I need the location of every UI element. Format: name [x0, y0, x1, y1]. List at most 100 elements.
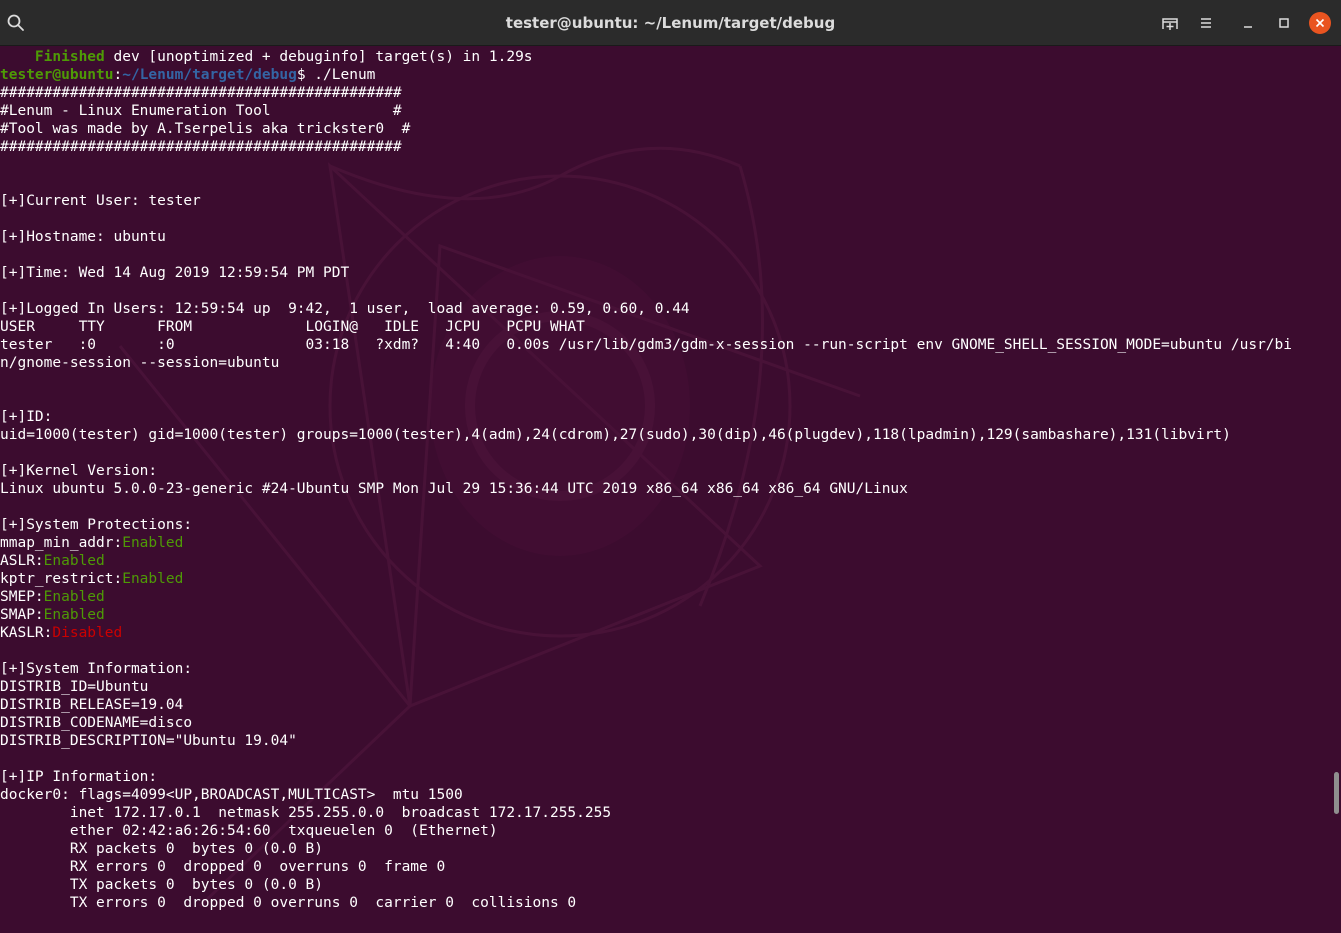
terminal-text: ~/Lenum/target/debug: [122, 67, 297, 83]
terminal-text: [+]Current User: tester: [0, 193, 201, 209]
terminal-text: Enabled: [43, 607, 105, 623]
terminal-text: tester :0 :0 03:18 ?xdm? 4:40 0.00s /usr…: [0, 337, 1293, 353]
terminal-text: RX errors 0 dropped 0 overruns 0 frame 0: [0, 859, 446, 875]
terminal-text: [+]Logged In Users: 12:59:54 up 9:42, 1 …: [0, 301, 690, 317]
terminal-text: DISTRIB_DESCRIPTION="Ubuntu 19.04": [0, 733, 297, 749]
terminal-text: ASLR:: [0, 553, 44, 569]
terminal-line: SMEP:Enabled: [0, 588, 1327, 606]
terminal-text: DISTRIB_CODENAME=disco: [0, 715, 193, 731]
menu-button[interactable]: [1194, 11, 1218, 35]
terminal-line: TX packets 0 bytes 0 (0.0 B): [0, 876, 1327, 894]
scrollbar-thumb[interactable]: [1334, 772, 1339, 814]
close-icon: [1315, 18, 1325, 28]
terminal-line: [+]Logged In Users: 12:59:54 up 9:42, 1 …: [0, 300, 1327, 318]
terminal-text: TX errors 0 dropped 0 overruns 0 carrier…: [0, 895, 577, 911]
terminal-line: TX errors 0 dropped 0 overruns 0 carrier…: [0, 894, 1327, 912]
terminal-line: [+]Kernel Version:: [0, 462, 1327, 480]
terminal-line: DISTRIB_DESCRIPTION="Ubuntu 19.04": [0, 732, 1327, 750]
terminal-line: #Tool was made by A.Tserpelis aka tricks…: [0, 120, 1327, 138]
terminal-line: Finished dev [unoptimized + debuginfo] t…: [0, 48, 1327, 66]
terminal-text: [+]System Protections:: [0, 517, 193, 533]
terminal-text: Enabled: [43, 589, 105, 605]
terminal-line: ########################################…: [0, 138, 1327, 156]
terminal-text: Enabled: [122, 571, 184, 587]
close-button[interactable]: [1308, 11, 1332, 35]
terminal-line: [+]Current User: tester: [0, 192, 1327, 210]
terminal-text: ether 02:42:a6:26:54:60 txqueuelen 0 (Et…: [0, 823, 498, 839]
terminal-line: inet 172.17.0.1 netmask 255.255.0.0 broa…: [0, 804, 1327, 822]
terminal-text: docker0: flags=4099<UP,BROADCAST,MULTICA…: [0, 787, 463, 803]
terminal-text: Disabled: [52, 625, 123, 641]
terminal-line: mmap_min_addr:Enabled: [0, 534, 1327, 552]
terminal-line: Linux ubuntu 5.0.0-23-generic #24-Ubuntu…: [0, 480, 1327, 498]
terminal-text: SMEP:: [0, 589, 44, 605]
terminal-line: kptr_restrict:Enabled: [0, 570, 1327, 588]
terminal-text: ########################################…: [0, 85, 402, 101]
terminal-line: DISTRIB_CODENAME=disco: [0, 714, 1327, 732]
terminal-text: $ ./Lenum: [296, 67, 376, 83]
terminal-text: kptr_restrict:: [0, 571, 123, 587]
terminal-line: DISTRIB_ID=Ubuntu: [0, 678, 1327, 696]
terminal-text: ########################################…: [0, 139, 402, 155]
terminal-text: SMAP:: [0, 607, 44, 623]
maximize-button[interactable]: [1272, 11, 1296, 35]
terminal-line: RX packets 0 bytes 0 (0.0 B): [0, 840, 1327, 858]
terminal-line: ASLR:Enabled: [0, 552, 1327, 570]
terminal-text: [+]Kernel Version:: [0, 463, 158, 479]
terminal-text: mmap_min_addr:: [0, 535, 123, 551]
terminal-line: [+]IP Information:: [0, 768, 1327, 786]
terminal-line: [+]Time: Wed 14 Aug 2019 12:59:54 PM PDT: [0, 264, 1327, 282]
terminal-line: n/gnome-session --session=ubuntu: [0, 354, 1327, 372]
terminal-text: USER TTY FROM LOGIN@ IDLE JCPU PCPU WHAT: [0, 319, 585, 335]
scrollbar[interactable]: [1331, 46, 1341, 933]
terminal-line: [+]System Information:: [0, 660, 1327, 678]
terminal-text: tester@ubuntu: [0, 67, 114, 83]
terminal-text: Enabled: [43, 553, 105, 569]
terminal-line: USER TTY FROM LOGIN@ IDLE JCPU PCPU WHAT: [0, 318, 1327, 336]
terminal-line: ether 02:42:a6:26:54:60 txqueuelen 0 (Et…: [0, 822, 1327, 840]
terminal-line: SMAP:Enabled: [0, 606, 1327, 624]
maximize-icon: [1279, 18, 1289, 28]
window-title: tester@ubuntu: ~/Lenum/target/debug: [505, 14, 836, 32]
terminal-area[interactable]: Finished dev [unoptimized + debuginfo] t…: [0, 46, 1341, 933]
terminal-text: TX packets 0 bytes 0 (0.0 B): [0, 877, 324, 893]
terminal-text: RX packets 0 bytes 0 (0.0 B): [0, 841, 324, 857]
terminal-text: [+]System Information:: [0, 661, 193, 677]
terminal-line: DISTRIB_RELEASE=19.04: [0, 696, 1327, 714]
new-tab-icon: [1162, 18, 1178, 30]
terminal-line: docker0: flags=4099<UP,BROADCAST,MULTICA…: [0, 786, 1327, 804]
minimize-button[interactable]: [1236, 11, 1260, 35]
terminal-line: ########################################…: [0, 84, 1327, 102]
terminal-line: [+]System Protections:: [0, 516, 1327, 534]
terminal-text: DISTRIB_RELEASE=19.04: [0, 697, 184, 713]
terminal-line: [+]Hostname: ubuntu: [0, 228, 1327, 246]
terminal-text: DISTRIB_ID=Ubuntu: [0, 679, 149, 695]
terminal-line: tester@ubuntu:~/Lenum/target/debug$ ./Le…: [0, 66, 1327, 84]
terminal-line: [+]ID:: [0, 408, 1327, 426]
terminal-text: #Lenum - Linux Enumeration Tool #: [0, 103, 402, 119]
terminal-text: #Tool was made by A.Tserpelis aka tricks…: [0, 121, 411, 137]
terminal-output: Finished dev [unoptimized + debuginfo] t…: [0, 48, 1327, 912]
terminal-line: RX errors 0 dropped 0 overruns 0 frame 0: [0, 858, 1327, 876]
terminal-text: dev [unoptimized + debuginfo] target(s) …: [104, 49, 533, 65]
new-tab-button[interactable]: [1158, 11, 1182, 35]
hamburger-menu-icon: [1201, 18, 1211, 28]
minimize-icon: [1244, 26, 1252, 28]
terminal-text: Enabled: [122, 535, 184, 551]
terminal-text: Linux ubuntu 5.0.0-23-generic #24-Ubuntu…: [0, 481, 908, 497]
terminal-text: Finished: [34, 49, 105, 65]
terminal-line: KASLR:Disabled: [0, 624, 1327, 642]
terminal-text: inet 172.17.0.1 netmask 255.255.0.0 broa…: [0, 805, 612, 821]
title-bar: tester@ubuntu: ~/Lenum/target/debug: [0, 0, 1341, 46]
